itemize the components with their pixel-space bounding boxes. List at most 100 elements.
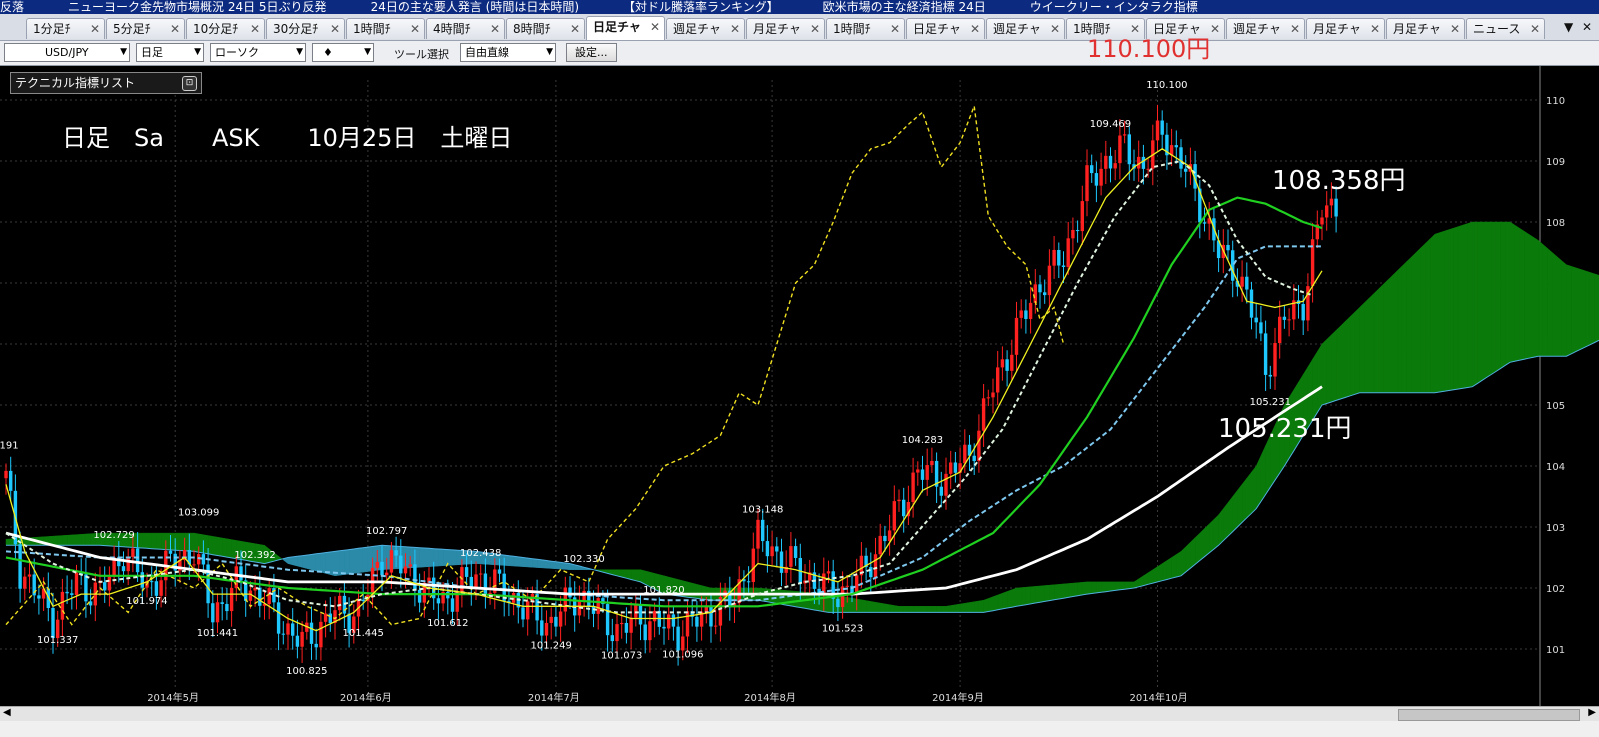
cloud-segment [1373,288,1379,394]
news-item[interactable]: 【対ドル騰落率ランキング】 [623,0,779,14]
chart-tab[interactable]: 週足チャ ✕ [1226,18,1305,39]
technical-indicator-list[interactable]: テクニカル指標リスト ⊡ [10,72,202,94]
close-icon[interactable]: ✕ [250,19,260,39]
chart-tab[interactable]: 1時間ﾁ ✕ [826,18,905,39]
collapse-icon[interactable]: ⊡ [182,76,197,91]
close-icon[interactable]: ✕ [410,19,420,39]
period-select[interactable]: 日足 ▼ [136,43,204,62]
news-item[interactable]: ウイークリー・インタラク指標 [1030,0,1198,14]
cloud-segment [353,548,359,574]
chart-tab[interactable]: 日足チャ ✕ [586,16,665,40]
candle-body [892,501,896,531]
close-icon[interactable]: ✕ [1530,19,1540,39]
candle-body [389,550,394,573]
cloud-segment [1063,583,1069,599]
candle-body [1024,310,1028,319]
tab-list-dropdown[interactable]: ▼ [1564,20,1573,34]
cloud-segment [1232,489,1238,533]
technical-indicator-list-label: テクニカル指標リスト [15,76,136,90]
candle-body [873,554,878,578]
candle-body [1000,359,1005,368]
scroll-right-icon[interactable]: ▶ [1588,707,1596,718]
close-icon[interactable]: ✕ [570,19,580,39]
cloud-segment [922,606,928,613]
close-icon[interactable]: ✕ [650,17,660,37]
chart-tab[interactable]: 月足チャ ✕ [1386,18,1465,39]
chart-tab[interactable]: 日足チャ ✕ [906,18,985,39]
cloud-segment [1218,507,1224,546]
candle-body [286,623,290,635]
chart-tab[interactable]: 週足チャ ✕ [666,18,745,39]
chart-tab[interactable]: 10分足ﾁ ✕ [186,18,265,39]
annotation-last: 108.358円 [1272,166,1406,196]
scroll-left-icon[interactable]: ◀ [3,707,11,718]
cloud-segment [983,598,989,613]
drawing-tool-select[interactable]: 自由直線 ▼ [460,43,556,62]
chart-tab[interactable]: 月足チャ ✕ [746,18,825,39]
candle-body [953,462,958,473]
settings-button[interactable]: 設定... [566,43,617,62]
candle-body [1127,134,1131,165]
cloud-segment [1411,251,1417,394]
horizontal-scrollbar[interactable]: ◀ ▶ [0,706,1599,721]
candle-style-select[interactable]: ♦ ▼ [312,43,374,62]
close-icon[interactable]: ✕ [1050,19,1060,39]
cloud-segment [973,600,980,613]
chart-type-select[interactable]: ローソク ▼ [210,43,306,62]
price-label: 101.612 [427,618,468,629]
cloud-segment [1208,518,1215,554]
close-icon[interactable]: ✕ [330,19,340,39]
candle-body [836,598,840,608]
cloud-segment [1387,274,1393,394]
candle-body [1263,333,1268,375]
close-icon[interactable]: ✕ [170,19,180,39]
period-label: 日足 [141,46,163,59]
close-icon[interactable]: ✕ [890,19,900,39]
close-icon[interactable]: ✕ [970,19,980,39]
close-icon[interactable]: ✕ [810,19,820,39]
chart-tab[interactable]: 5分足ﾁ ✕ [106,18,185,39]
candle-body [770,546,774,557]
chart-tab[interactable]: 8時間ﾁ ✕ [506,18,585,39]
candle-body [65,591,69,594]
close-icon[interactable]: ✕ [1370,19,1380,39]
cloud-segment [1575,267,1581,353]
cloud-segment [630,569,637,582]
chart-tab[interactable]: 月足チャ ✕ [1306,18,1385,39]
close-icon[interactable]: ✕ [90,19,100,39]
chart-tab[interactable]: 1分足ﾁ ✕ [26,18,105,39]
close-icon[interactable]: ✕ [1290,19,1300,39]
chart-tab-bar: ニュース ✕ 月足チャ ✕ 月足チャ ✕ 週足チャ ✕ 日足チャ ✕ 1時間ﾁ ✕ 週足チャ ✕ 日足チャ ✕… [0,14,1599,41]
chart-tab[interactable]: ニュース ✕ [1466,18,1545,39]
cloud-segment [861,599,867,613]
chart-tab[interactable]: 4時間ﾁ ✕ [426,18,505,39]
news-item[interactable]: 欧米市場の主な経済指標 24日 [823,0,986,14]
close-icon[interactable]: ✕ [730,19,740,39]
cloud-segment [1425,238,1431,394]
cloud-segment [1147,569,1154,585]
news-item[interactable]: ニューヨーク金先物市場概況 24日 5日ぶり反発 [68,0,327,14]
news-ticker[interactable]: 反落 ニューヨーク金先物市場概況 24日 5日ぶり反発 24日の主な要人発言 (時間… [0,0,1599,14]
candle-body [27,574,32,577]
candle-body [1245,276,1249,290]
news-item[interactable]: 24日の主な要人発言 (時間は日本時間) [371,0,579,14]
candle-body [1066,238,1070,268]
scroll-thumb[interactable] [1398,709,1580,721]
price-label: 101.445 [343,628,384,639]
chart-tab[interactable]: 1時間ﾁ ✕ [346,18,425,39]
cloud-segment [137,532,143,549]
news-item[interactable]: 反落 [0,0,24,14]
chart-tab[interactable]: 30分足ﾁ ✕ [266,18,345,39]
candle-body [276,602,281,634]
close-icon[interactable]: ✕ [490,19,500,39]
close-icon[interactable]: ✕ [1210,19,1220,39]
cloud-segment [189,532,195,552]
candle-body [1325,205,1329,218]
chart-toolbar: USD/JPY ▼ 日足 ▼ ローソク ▼ ♦ ▼ ツール選択 自由直線 ▼ 設定... [0,41,1599,66]
x-tick-label: 2014年10月 [1130,691,1188,704]
currency-pair-select[interactable]: USD/JPY ▼ [4,43,130,62]
cloud-segment [550,560,557,570]
close-icon[interactable]: ✕ [1582,20,1592,34]
chart-tab[interactable]: 週足チャ ✕ [986,18,1065,39]
close-icon[interactable]: ✕ [1450,19,1460,39]
